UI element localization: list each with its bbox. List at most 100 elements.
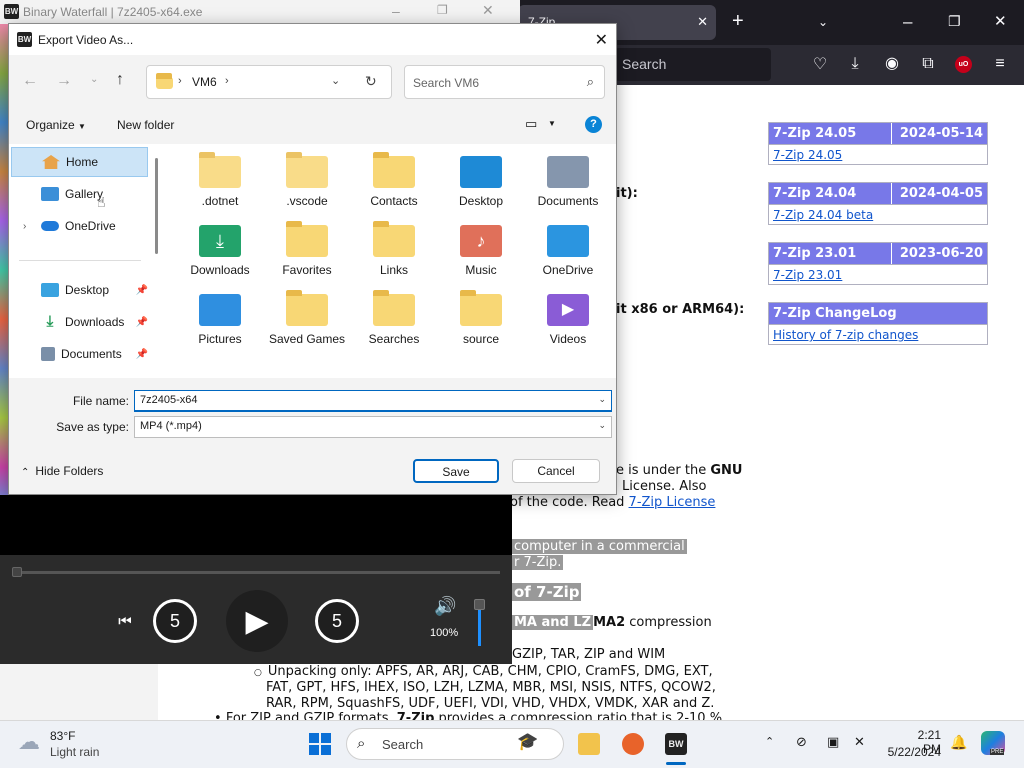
folder-item[interactable]: Contacts — [352, 152, 436, 208]
volume-icon[interactable]: 🔊 — [434, 596, 456, 617]
save-button[interactable]: Save — [413, 459, 499, 483]
pin-icon[interactable]: 📌 — [136, 349, 148, 360]
url-bar[interactable]: Search — [615, 48, 771, 81]
folder-item[interactable]: ⤓ Downloads — [178, 225, 262, 277]
nav-item-documents[interactable]: Documents 📌 — [11, 339, 148, 369]
version-link[interactable]: 7-Zip 24.04 beta — [769, 204, 987, 224]
maximize-icon[interactable]: ❐ — [948, 13, 961, 30]
folder-item[interactable]: OneDrive — [526, 225, 610, 277]
weather-icon[interactable]: ☁ — [18, 729, 40, 755]
hide-folders-button[interactable]: ⌃ Hide Folders — [21, 464, 103, 478]
address-bar[interactable]: › VM6 › ⌄ ↻ — [146, 65, 392, 99]
volume-slider[interactable] — [478, 606, 481, 646]
tab-list-chevron-icon[interactable]: ⌄ — [818, 14, 828, 31]
view-options-icon[interactable]: ▭ — [525, 116, 537, 132]
folder-item[interactable]: source — [439, 290, 523, 346]
skip-to-start-icon[interactable]: ⏮ — [111, 607, 139, 635]
folder-item[interactable]: Saved Games — [265, 290, 349, 346]
save-type-select[interactable]: MP4 (*.mp4) ⌄ — [134, 416, 612, 438]
search-icon: ⌕ — [586, 74, 594, 89]
version-link[interactable]: 7-Zip 24.05 — [769, 144, 987, 164]
folder-item[interactable]: ♪ Music — [439, 225, 523, 277]
folder-label: Links — [379, 263, 408, 277]
bw-close-icon[interactable]: ✕ — [482, 2, 494, 19]
seek-bar[interactable] — [14, 571, 500, 574]
nav-item-onedrive[interactable]: › OneDrive — [11, 211, 148, 241]
dialog-search-input[interactable]: Search VM6 ⌕ — [404, 65, 605, 99]
breadcrumb-chevron-icon[interactable]: › — [225, 75, 229, 87]
account-icon[interactable]: ◉ — [883, 56, 901, 72]
folder-item[interactable]: .dotnet — [178, 152, 262, 208]
forward-button[interactable]: 5 — [315, 599, 359, 643]
cancel-button[interactable]: Cancel — [512, 459, 600, 483]
new-folder-button[interactable]: New folder — [117, 118, 174, 132]
folder-item[interactable]: .vscode — [265, 152, 349, 208]
folder-item[interactable]: Desktop — [439, 156, 523, 208]
expand-chevron-icon[interactable]: › — [23, 221, 26, 232]
forward-arrow-icon[interactable]: → — [56, 72, 72, 90]
bw-minimize-icon[interactable]: – — [392, 3, 400, 19]
show-hidden-icons-icon[interactable]: ⌃ — [765, 735, 774, 748]
nav-item-downloads[interactable]: ⤓ Downloads 📌 — [11, 307, 148, 337]
up-arrow-icon[interactable]: ↑ — [116, 71, 124, 89]
nav-scrollbar[interactable] — [155, 158, 158, 254]
close-tab-icon[interactable]: ✕ — [697, 14, 708, 30]
taskbar-search[interactable]: ⌕ Search 🎓 — [346, 728, 564, 760]
pin-icon[interactable]: 📌 — [136, 317, 148, 328]
play-icon[interactable]: ▶ — [226, 590, 288, 652]
file-explorer-icon[interactable] — [578, 733, 600, 755]
nav-item-desktop[interactable]: Desktop 📌 — [11, 275, 148, 305]
minimize-icon[interactable]: – — [903, 13, 912, 30]
license-link[interactable]: 7-Zip License — [629, 495, 716, 510]
back-arrow-icon[interactable]: ← — [22, 72, 38, 90]
folder-item[interactable]: Links — [352, 221, 436, 277]
version-name: 7-Zip 23.01 — [773, 243, 892, 264]
file-name-input[interactable]: 7z2405-x64 ⌄ — [134, 390, 612, 412]
volume-muted-icon[interactable]: ✕ — [854, 734, 865, 750]
folder-item[interactable]: Pictures — [178, 294, 262, 346]
downloads-icon[interactable]: ⤓ — [846, 56, 864, 72]
pin-icon[interactable]: 📌 — [136, 285, 148, 296]
file-name-dropdown-icon[interactable]: ⌄ — [598, 394, 606, 405]
nav-item-gallery[interactable]: Gallery — [11, 179, 148, 209]
nav-item-home[interactable]: Home — [11, 147, 148, 177]
folder-label: Music — [465, 263, 497, 277]
volume-label: 100% — [430, 627, 459, 639]
menu-icon[interactable]: ≡ — [991, 56, 1009, 72]
binary-waterfall-taskbar-icon[interactable]: BW — [665, 733, 687, 755]
file-name-label: File name: — [72, 394, 129, 408]
changelog-link[interactable]: History of 7-zip changes — [769, 324, 987, 344]
start-icon[interactable] — [309, 733, 331, 755]
bw-maximize-icon[interactable]: ❐ — [437, 3, 448, 17]
folder-item[interactable]: Searches — [352, 290, 436, 346]
folder-item[interactable]: ▶ Videos — [526, 294, 610, 346]
pocket-icon[interactable]: ♡ — [811, 57, 829, 73]
clock-date[interactable]: 5/22/2024 — [885, 745, 941, 759]
display-icon[interactable]: ▣ — [827, 734, 839, 750]
dialog-close-icon[interactable]: ✕ — [595, 30, 608, 50]
weather-desc[interactable]: Light rain — [50, 745, 99, 759]
seek-handle[interactable] — [12, 567, 22, 577]
save-type-dropdown-icon[interactable]: ⌄ — [598, 420, 606, 431]
rewind-button[interactable]: 5 — [153, 599, 197, 643]
ublock-icon[interactable]: uO — [955, 56, 972, 73]
close-window-icon[interactable]: ✕ — [994, 13, 1007, 30]
network-icon[interactable]: ⊘ — [796, 734, 807, 750]
new-tab-icon[interactable]: + — [732, 11, 744, 31]
folder-item[interactable]: Documents — [526, 156, 610, 208]
weather-temp[interactable]: 83°F — [50, 729, 75, 743]
volume-handle[interactable] — [474, 599, 485, 610]
notification-bell-icon[interactable]: 🔔 — [950, 734, 967, 751]
address-dropdown-icon[interactable]: ⌄ — [331, 74, 340, 87]
breadcrumb-item[interactable]: VM6 — [192, 75, 217, 89]
version-link[interactable]: 7-Zip 23.01 — [769, 264, 987, 284]
folder-item[interactable]: Favorites — [265, 221, 349, 277]
firefox-icon[interactable] — [622, 733, 644, 755]
view-chevron-icon[interactable]: ▼ — [548, 119, 556, 128]
extensions-icon[interactable]: ⧉ — [919, 56, 937, 72]
help-icon[interactable]: ? — [585, 116, 602, 133]
version-box: 7-Zip 24.05 2024-05-14 7-Zip 24.05 — [768, 122, 988, 165]
organize-button[interactable]: Organize ▼ — [26, 118, 86, 132]
recent-chevron-icon[interactable]: ⌄ — [90, 74, 98, 85]
refresh-icon[interactable]: ↻ — [365, 73, 377, 90]
